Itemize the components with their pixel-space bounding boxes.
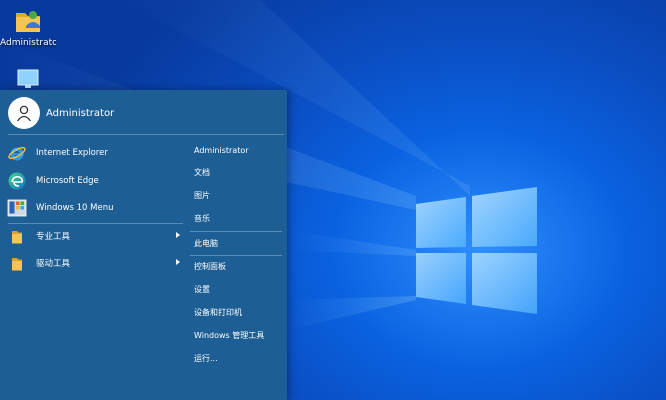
folder-icon [6,252,28,274]
app-item-label: Internet Explorer [36,148,108,158]
app-item-label: 驱动工具 [36,259,71,269]
place-item-run[interactable]: 运行... [190,350,286,368]
submenu-arrow-icon [176,232,180,238]
app-item-label: 专业工具 [36,232,71,242]
place-item-music[interactable]: 音乐 [190,210,286,228]
app-item-microsoft-edge[interactable]: Microsoft Edge [6,169,184,193]
place-item-settings[interactable]: 设置 [190,281,286,299]
place-item-this-pc[interactable]: 此电脑 [190,235,286,253]
edge-icon [6,170,28,192]
place-item-pictures[interactable]: 图片 [190,187,286,205]
app-item-label: Windows 10 Menu [36,203,114,213]
user-folder-icon [16,11,40,32]
computer-icon [17,69,39,88]
desktop-icon-label: Administrator [0,38,56,48]
user-account-button[interactable]: Administrator [8,96,278,130]
desktop-icon-administrator[interactable]: Administrator [0,6,56,48]
place-item-control-panel[interactable]: 控制面板 [190,258,286,276]
divider [190,255,282,256]
place-item-documents[interactable]: 文档 [190,164,286,182]
desktop-icon-computer[interactable] [0,66,56,92]
app-item-professional-tools[interactable]: 专业工具 [6,224,184,248]
place-item-administrator[interactable]: Administrator [190,142,286,160]
folder-icon [6,225,28,247]
user-name: Administrator [46,107,115,119]
start-menu: Administrator Internet Explorer Microsof… [0,90,287,400]
submenu-arrow-icon [176,259,180,265]
app-item-label: Microsoft Edge [36,176,99,186]
internet-explorer-icon [6,142,28,164]
user-avatar-icon [8,97,40,129]
app-item-driver-tools[interactable]: 驱动工具 [6,251,184,275]
app-item-windows-10-menu[interactable]: Windows 10 Menu [6,196,184,220]
divider [190,231,282,232]
place-item-admin-tools[interactable]: Windows 管理工具 [190,327,286,345]
app-item-internet-explorer[interactable]: Internet Explorer [6,141,184,165]
divider [8,134,284,135]
place-item-devices-printers[interactable]: 设备和打印机 [190,304,286,322]
windows-menu-icon [6,197,28,219]
